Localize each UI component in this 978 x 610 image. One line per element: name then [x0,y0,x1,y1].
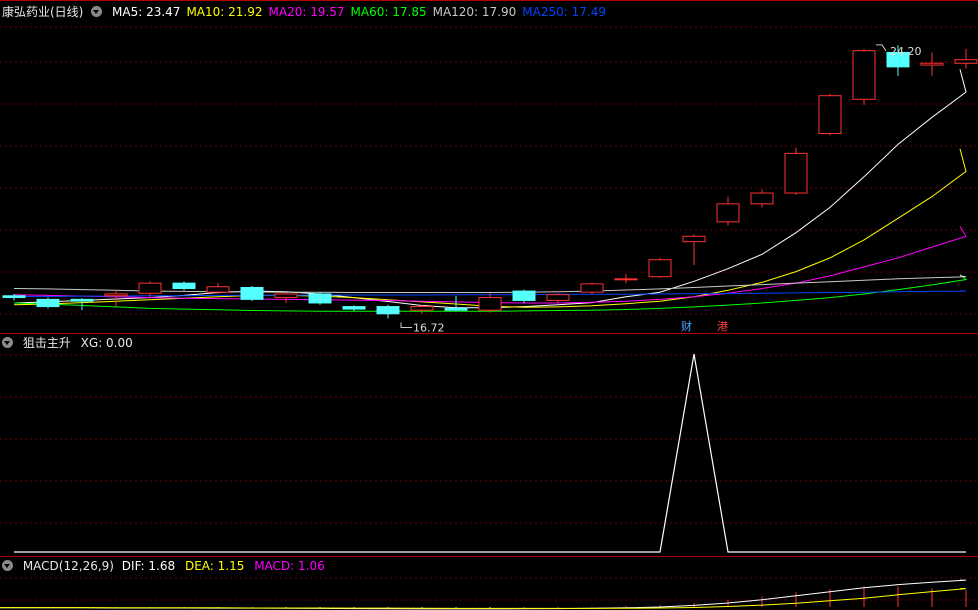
ma-legend-item: MA10: 21.92 [186,5,263,19]
candle-body [580,283,604,293]
candle-body [342,306,366,310]
candle-body [648,259,672,278]
macd-line-dea [0,588,967,609]
candle-body [104,293,128,297]
ma-legend-item: MA120: 17.90 [432,5,517,19]
candle-body [36,298,60,308]
candle-body [172,282,196,290]
candle-body [852,50,876,100]
candle-body [682,235,706,243]
ma-legend-item: MA5: 23.47 [112,5,181,19]
candle-body [614,278,638,281]
macd-panel-dropdown-icon[interactable] [2,560,13,571]
xg-value: XG: 0.00 [80,336,133,350]
candle-body [750,192,774,205]
candle-body [70,298,94,302]
stock-chart: 24.20 16.72 [0,0,978,610]
main-panel-header: 康弘药业(日线) MA5: 23.47 MA10: 21.92 MA20: 19.5… [2,4,612,20]
dif-value: DIF: 1.68 [121,559,176,573]
candle-body [512,290,536,301]
candle-body [274,293,298,299]
candle-body [716,203,740,223]
macd-line-dif [0,579,967,610]
candle-body [954,59,978,64]
candle-body [920,62,944,66]
candle-body [818,95,842,135]
candle-body [206,286,230,293]
ma-legend-item: MA20: 19.57 [268,5,345,19]
indicator-panel-dropdown-icon[interactable] [2,337,13,348]
candle-body [410,306,434,311]
macd-panel-header: MACD(12,26,9) DIF: 1.68 DEA: 1.15 MACD: … [2,558,331,574]
indicator-panel-header: 狙击主升 XG: 0.00 [2,335,139,351]
candle-body [478,297,502,311]
ma-legend-item: MA60: 17.85 [350,5,427,19]
high-price-label: 24.20 [890,45,922,58]
event-tag-finance[interactable]: 财 [680,320,693,333]
xg-signal-line [14,353,966,553]
candle-body [240,286,264,300]
low-price-label: 16.72 [413,321,445,334]
candle-body [138,282,162,294]
dea-value: DEA: 1.15 [184,559,245,573]
event-tag-hk[interactable]: 港 [716,320,729,333]
low-marker-arrow [400,322,412,328]
candle-body [2,295,26,299]
high-marker-arrow [876,44,887,52]
candle-body [546,294,570,301]
candle-body [376,306,400,315]
main-panel-dropdown-icon[interactable] [91,6,103,17]
ma-legend: MA5: 23.47 MA10: 21.92 MA20: 19.57 MA60: 17… [112,5,612,19]
candle-body [784,152,808,194]
main-title: 康弘药业(日线) [2,5,84,19]
macd-value: MACD: 1.06 [254,559,325,573]
ma-legend-item: MA250: 17.49 [522,5,606,19]
candle-body [308,293,332,304]
macd-title: MACD(12,26,9) [22,559,114,573]
indicator-title: 狙击主升 [22,336,71,350]
candle-body [444,307,468,311]
